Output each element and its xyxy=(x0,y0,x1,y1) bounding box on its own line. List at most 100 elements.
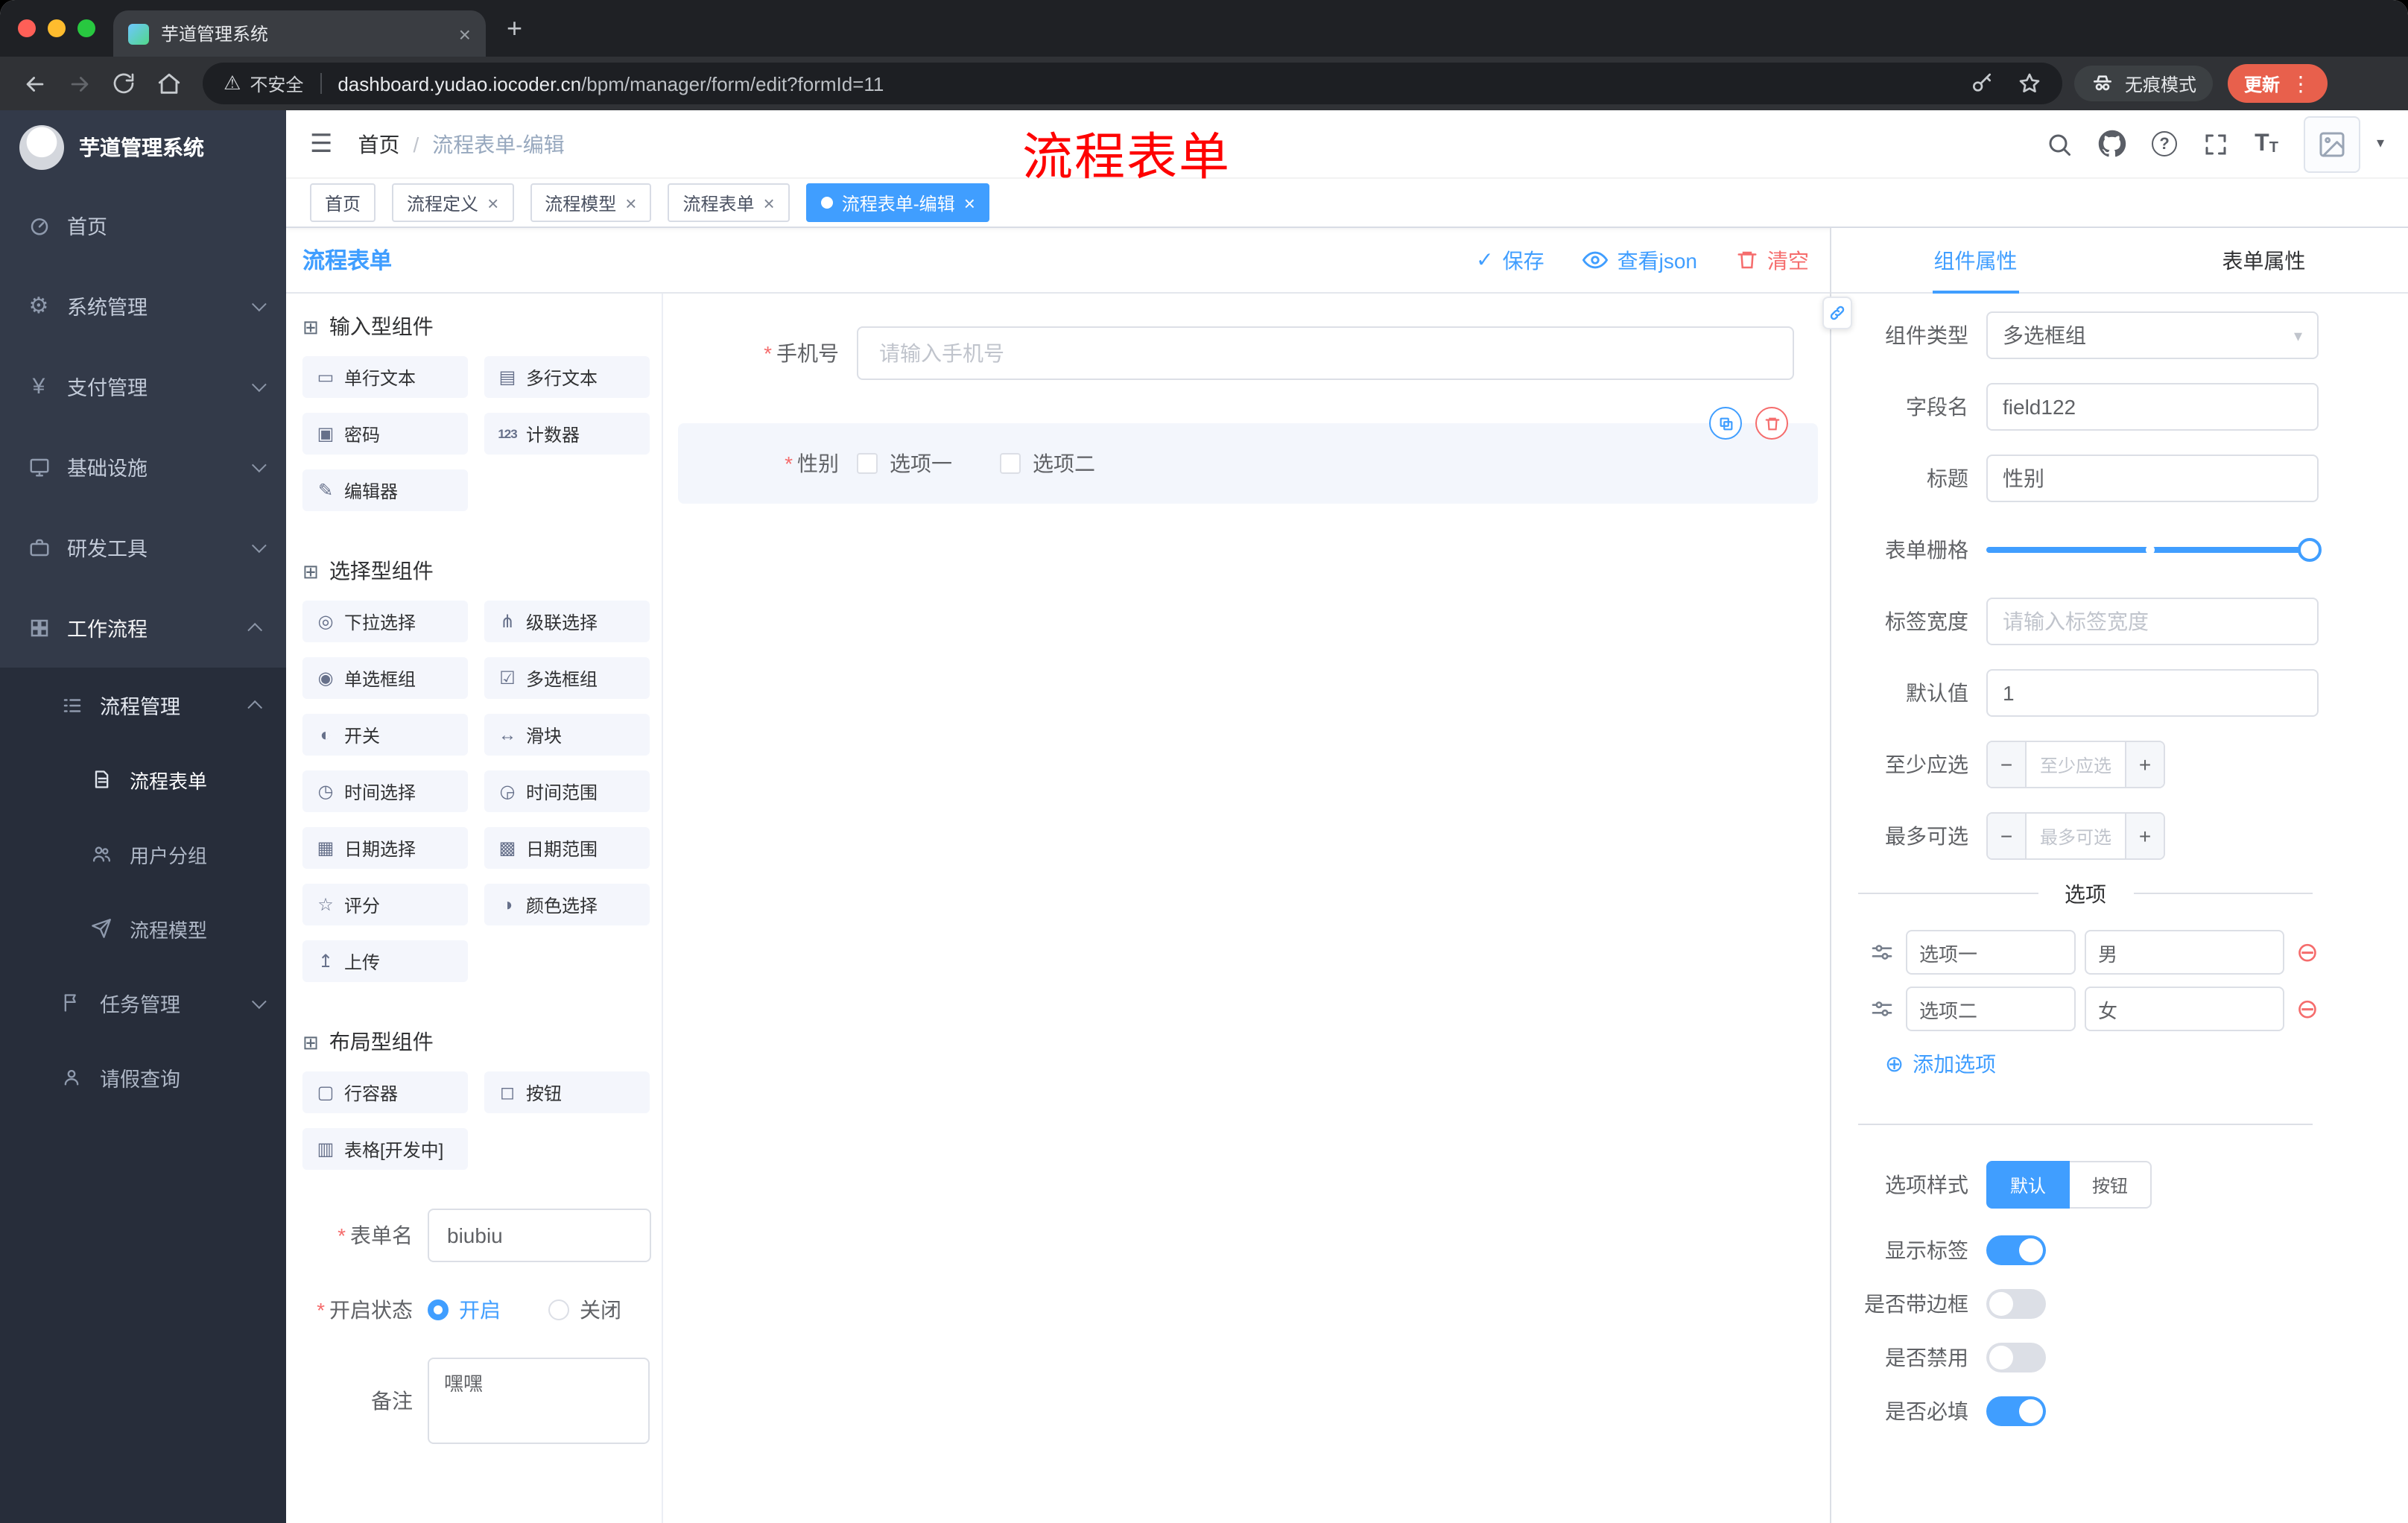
form-grid-slider[interactable] xyxy=(1986,526,2322,574)
sidebar-item-devtools[interactable]: 研发工具 xyxy=(0,507,286,587)
form-canvas[interactable]: * 手机号 请输入手机号 * 性别 选项一 选项二 xyxy=(663,294,1830,1523)
checkbox-box[interactable] xyxy=(1000,453,1021,474)
component-item-select[interactable]: ◎ 下拉选择 xyxy=(302,601,468,642)
component-item-button[interactable]: ◻ 按钮 xyxy=(484,1071,650,1113)
forward-icon[interactable] xyxy=(57,63,101,104)
status-off-radio[interactable]: 关闭 xyxy=(548,1295,621,1325)
save-button[interactable]: ✓ 保存 xyxy=(1476,245,1544,275)
search-icon[interactable] xyxy=(2046,130,2073,157)
increase-button[interactable]: + xyxy=(2125,742,2164,787)
gender-option1-checkbox[interactable]: 选项一 xyxy=(857,449,952,478)
help-icon[interactable]: ? xyxy=(2152,131,2178,156)
form-remark-textarea[interactable]: 嘿嘿 xyxy=(428,1358,650,1444)
component-item-password[interactable]: ▣ 密码 xyxy=(302,413,468,455)
show-label-switch[interactable] xyxy=(1986,1235,2046,1265)
sidebar-item-infrastructure[interactable]: 基础设施 xyxy=(0,426,286,507)
component-item-switch[interactable]: ◐ 开关 xyxy=(302,714,468,756)
title-input[interactable] xyxy=(1986,455,2319,502)
option-name-input[interactable] xyxy=(1906,930,2076,975)
avatar[interactable] xyxy=(2303,115,2360,172)
increase-button[interactable]: + xyxy=(2125,814,2164,858)
style-default-button[interactable]: 默认 xyxy=(1986,1161,2070,1209)
tab-close-icon[interactable]: × xyxy=(459,23,471,44)
component-item-slider[interactable]: ↔ 滑块 xyxy=(484,714,650,756)
remove-option-icon[interactable]: ⊖ xyxy=(2296,939,2319,966)
field-name-input[interactable] xyxy=(1986,383,2319,431)
border-switch[interactable] xyxy=(1986,1289,2046,1319)
canvas-item-phone[interactable]: * 手机号 xyxy=(678,326,1794,380)
tab-form-props[interactable]: 表单属性 xyxy=(2120,228,2408,292)
menu-kebab-icon[interactable]: ⋮ xyxy=(2290,71,2311,96)
minimize-window-button[interactable] xyxy=(48,19,66,37)
component-item-time-range[interactable]: ◶ 时间范围 xyxy=(484,770,650,812)
component-item-table[interactable]: ▥ 表格[开发中] xyxy=(302,1128,468,1170)
component-item-date-range[interactable]: ▩ 日期范围 xyxy=(484,827,650,869)
component-item-row-container[interactable]: ▢ 行容器 xyxy=(302,1071,468,1113)
option-value-input[interactable] xyxy=(2085,987,2284,1031)
sidebar-item-process-model[interactable]: 流程模型 xyxy=(0,891,286,966)
component-item-multi-line[interactable]: ▤ 多行文本 xyxy=(484,356,650,398)
default-value-input[interactable] xyxy=(1986,669,2319,717)
tag-close-icon[interactable]: × xyxy=(487,193,498,212)
sidebar-item-task-management[interactable]: 任务管理 xyxy=(0,966,286,1040)
sidebar-item-home[interactable]: 首页 xyxy=(0,185,286,265)
checkbox-box[interactable] xyxy=(857,453,878,474)
home-icon[interactable] xyxy=(146,63,191,104)
form-name-input[interactable] xyxy=(428,1209,651,1262)
min-select-placeholder[interactable]: 至少应选 xyxy=(2027,742,2125,787)
back-icon[interactable] xyxy=(12,63,57,104)
disabled-switch[interactable] xyxy=(1986,1343,2046,1372)
tag-close-icon[interactable]: × xyxy=(764,193,775,212)
component-item-date[interactable]: ▦ 日期选择 xyxy=(302,827,468,869)
gender-option2-checkbox[interactable]: 选项二 xyxy=(1000,449,1095,478)
view-json-button[interactable]: 查看json xyxy=(1582,245,1697,275)
sidebar-item-process-management[interactable]: 流程管理 xyxy=(0,668,286,742)
option-name-input[interactable] xyxy=(1906,987,2076,1031)
component-type-select[interactable]: 多选框组 ▾ xyxy=(1986,311,2319,359)
slider-track[interactable] xyxy=(1986,538,2322,562)
sidebar-item-leave-query[interactable]: 请假查询 xyxy=(0,1040,286,1115)
clear-button[interactable]: 清空 xyxy=(1736,245,1809,275)
tag-close-icon[interactable]: × xyxy=(625,193,636,212)
drag-handle-icon[interactable] xyxy=(1870,940,1894,964)
component-item-rate[interactable]: ☆ 评分 xyxy=(302,884,468,925)
component-item-color[interactable]: ◑ 颜色选择 xyxy=(484,884,650,925)
address-bar[interactable]: ⚠ 不安全 dashboard.yudao.iocoder.cn/bpm/man… xyxy=(203,63,2062,104)
component-item-radio-group[interactable]: ◉ 单选框组 xyxy=(302,657,468,699)
copy-item-button[interactable] xyxy=(1709,407,1742,440)
tag-process-form-edit[interactable]: 流程表单-编辑 × xyxy=(805,183,990,222)
component-item-time[interactable]: ◷ 时间选择 xyxy=(302,770,468,812)
component-item-counter[interactable]: 123 计数器 xyxy=(484,413,650,455)
password-key-icon[interactable] xyxy=(1970,72,1994,95)
sidebar-item-workflow[interactable]: 工作流程 xyxy=(0,587,286,668)
maximize-window-button[interactable] xyxy=(77,19,95,37)
remove-option-icon[interactable]: ⊖ xyxy=(2296,995,2319,1022)
tab-component-props[interactable]: 组件属性 xyxy=(1831,228,2120,292)
security-indicator[interactable]: ⚠ 不安全 xyxy=(224,71,303,96)
drag-handle-icon[interactable] xyxy=(1870,997,1894,1021)
slider-handle[interactable] xyxy=(2298,538,2322,562)
tag-process-model[interactable]: 流程模型 × xyxy=(530,183,652,222)
reload-icon[interactable] xyxy=(101,63,146,104)
sidebar-item-process-form[interactable]: 流程表单 xyxy=(0,742,286,817)
component-item-checkbox-group[interactable]: ☑ 多选框组 xyxy=(484,657,650,699)
fullscreen-icon[interactable] xyxy=(2202,130,2229,157)
browser-update-button[interactable]: 更新 ⋮ xyxy=(2227,64,2328,103)
app-logo[interactable]: 芋道管理系统 xyxy=(0,110,286,185)
canvas-item-gender-selected[interactable]: * 性别 选项一 选项二 xyxy=(678,407,1818,504)
label-width-input[interactable] xyxy=(1986,598,2319,645)
sidebar-item-payment[interactable]: ¥ 支付管理 xyxy=(0,346,286,426)
new-tab-button[interactable]: + xyxy=(507,13,522,43)
component-item-cascade[interactable]: ⋔ 级联选择 xyxy=(484,601,650,642)
sidebar-item-system[interactable]: ⚙ 系统管理 xyxy=(0,265,286,346)
tag-process-form[interactable]: 流程表单 × xyxy=(668,183,790,222)
decrease-button[interactable]: − xyxy=(1988,742,2027,787)
tag-process-definition[interactable]: 流程定义 × xyxy=(392,183,514,222)
sidebar-collapse-icon[interactable]: ☰ xyxy=(310,131,333,156)
component-item-upload[interactable]: ↥ 上传 xyxy=(302,940,468,982)
tag-home[interactable]: 首页 xyxy=(310,183,376,222)
browser-tab[interactable]: 芋道管理系统 × xyxy=(113,10,486,57)
close-window-button[interactable] xyxy=(18,19,36,37)
delete-item-button[interactable] xyxy=(1755,407,1788,440)
breadcrumb-home[interactable]: 首页 xyxy=(358,129,400,159)
